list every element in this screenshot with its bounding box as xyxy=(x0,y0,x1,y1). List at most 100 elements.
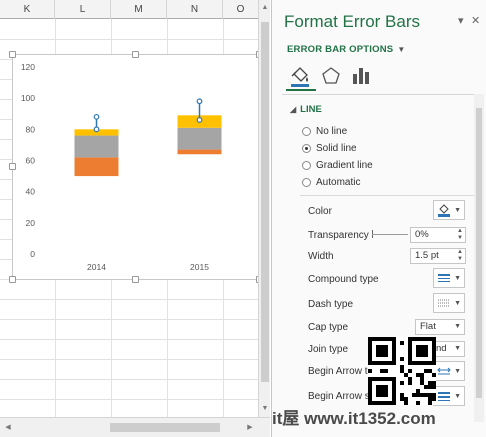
radio-button[interactable] xyxy=(302,177,311,187)
scroll-up-icon[interactable]: ▲ xyxy=(259,2,270,14)
radio-solid-line[interactable]: Solid line xyxy=(302,141,357,155)
radio-no-line[interactable]: No line xyxy=(302,124,347,138)
cap-type-label: Cap type xyxy=(308,322,349,333)
width-label: Width xyxy=(308,251,334,262)
transparency-value: 0% xyxy=(415,229,429,240)
dash-type-button[interactable]: ▼ xyxy=(433,293,465,313)
watermark: it屋 www.it1352.com xyxy=(272,409,436,428)
pane-title: Format Error Bars xyxy=(284,12,421,31)
scroll-left-icon[interactable]: ◀ xyxy=(2,418,14,437)
scroll-thumb[interactable] xyxy=(110,423,220,432)
width-value: 1.5 pt xyxy=(415,250,439,261)
effects-pentagon-icon[interactable] xyxy=(319,64,343,88)
radio-label: No line xyxy=(316,125,348,137)
chevron-down-icon: ▼ xyxy=(397,45,406,54)
spinner-arrows-icon[interactable]: ▲ ▼ xyxy=(456,228,464,242)
transparency-slider[interactable] xyxy=(372,234,408,235)
format-error-bars-pane: Format Error Bars ▾ ✕ ERROR BAR OPTIONS ▼… xyxy=(271,0,486,437)
color-picker-button[interactable]: ▼ xyxy=(433,200,465,220)
arrow-size-icon xyxy=(438,392,451,401)
radio-label: Automatic xyxy=(316,176,361,188)
active-tab-indicator xyxy=(286,89,316,91)
radio-automatic[interactable]: Automatic xyxy=(302,175,360,189)
radio-gradient-line[interactable]: Gradient line xyxy=(302,158,373,172)
begin-arrow-type-button[interactable]: ▼ xyxy=(433,361,465,381)
gridline xyxy=(0,379,258,380)
radio-button[interactable] xyxy=(302,143,311,153)
dash-lines-icon xyxy=(438,299,451,307)
chart-resize-handle[interactable] xyxy=(132,276,139,283)
transparency-label: Transparency xyxy=(308,230,369,241)
chevron-down-icon: ▼ xyxy=(454,299,461,307)
scroll-down-icon[interactable]: ▼ xyxy=(259,403,270,415)
fill-line-icon[interactable] xyxy=(288,64,312,88)
divider xyxy=(300,195,475,196)
compound-type-button[interactable]: ▼ xyxy=(433,268,465,288)
column-header-o[interactable]: O xyxy=(223,0,258,19)
scroll-thumb[interactable] xyxy=(476,108,482,398)
paint-bucket-icon xyxy=(438,204,451,217)
chart-svg: 0 20 40 60 80 100 120 2014 2015 xyxy=(21,62,222,272)
begin-arrow-size-label: Begin Arrow s xyxy=(308,391,370,402)
column-header-m[interactable]: M xyxy=(111,0,167,19)
radio-label: Solid line xyxy=(316,142,357,154)
chevron-down-icon: ▼ xyxy=(454,392,461,400)
pane-vertical-scrollbar[interactable] xyxy=(474,94,484,422)
close-icon[interactable]: ✕ xyxy=(471,14,480,27)
width-input[interactable]: 1.5 pt ▲ ▼ xyxy=(410,248,466,264)
chevron-down-icon: ▼ xyxy=(454,323,461,330)
chart-area[interactable]: 0 20 40 60 80 100 120 2014 2015 xyxy=(12,54,260,280)
error-bar-options-dropdown[interactable]: ERROR BAR OPTIONS ▼ xyxy=(287,44,405,55)
bar-segment xyxy=(177,149,222,155)
y-tick-label: 20 xyxy=(26,218,36,228)
transparency-input[interactable]: 0% ▲ ▼ xyxy=(410,227,466,243)
error-bar-handle xyxy=(196,98,203,105)
scroll-thumb[interactable] xyxy=(261,22,269,382)
y-tick-label: 120 xyxy=(21,62,35,72)
error-bar-handle xyxy=(93,113,100,120)
chart-resize-handle[interactable] xyxy=(9,51,16,58)
error-bar-handle xyxy=(93,126,100,133)
radio-button[interactable] xyxy=(302,126,311,136)
radio-label: Gradient line xyxy=(316,159,373,171)
radio-button[interactable] xyxy=(302,160,311,170)
y-tick-label: 80 xyxy=(26,124,36,134)
join-type-value: nd xyxy=(436,343,447,354)
compound-lines-icon xyxy=(438,274,451,282)
chevron-down-icon: ▼ xyxy=(454,206,461,214)
line-section-header[interactable]: ◢ LINE xyxy=(290,104,322,115)
column-header-n[interactable]: N xyxy=(167,0,223,19)
bar-segment-base xyxy=(74,176,119,254)
chart-resize-handle[interactable] xyxy=(9,276,16,283)
cap-type-select[interactable]: Flat ▼ xyxy=(415,319,465,335)
bar-segment xyxy=(74,157,119,177)
color-label: Color xyxy=(308,206,332,217)
spinner-arrows-icon[interactable]: ▲ ▼ xyxy=(456,249,464,263)
gridline xyxy=(0,319,258,320)
gridline xyxy=(0,339,258,340)
pane-options-icon[interactable]: ▾ xyxy=(458,14,464,27)
begin-arrow-type-label: Begin Arrow t xyxy=(308,366,368,377)
scroll-right-icon[interactable]: ▶ xyxy=(244,418,256,437)
column-header-l[interactable]: L xyxy=(55,0,111,19)
gridline xyxy=(0,359,258,360)
bar-chart-icon[interactable] xyxy=(349,64,373,88)
spreadsheet-area[interactable]: K L M N O 0 20 40 60 80 100 120 2014 2015 ▲ ▼ ◀ … xyxy=(0,0,270,437)
y-tick-label: 100 xyxy=(21,93,35,103)
column-header-k[interactable]: K xyxy=(0,0,55,19)
qr-code xyxy=(368,337,436,405)
chart-resize-handle[interactable] xyxy=(9,163,16,170)
bar-segment xyxy=(74,135,119,158)
chevron-down-icon: ▼ xyxy=(454,345,461,352)
sheet-vertical-scrollbar[interactable]: ▲ ▼ xyxy=(258,0,270,417)
dash-type-label: Dash type xyxy=(308,299,354,310)
chart-resize-handle[interactable] xyxy=(132,51,139,58)
arrow-type-icon xyxy=(437,367,451,375)
chevron-down-icon: ▼ xyxy=(454,274,461,282)
compound-type-label: Compound type xyxy=(308,274,379,285)
x-tick-label: 2014 xyxy=(87,262,106,272)
begin-arrow-size-button[interactable]: ▼ xyxy=(433,386,465,406)
gridline xyxy=(0,39,258,40)
gridline xyxy=(0,299,258,300)
sheet-horizontal-scrollbar[interactable]: ◀ ▶ xyxy=(0,417,270,437)
